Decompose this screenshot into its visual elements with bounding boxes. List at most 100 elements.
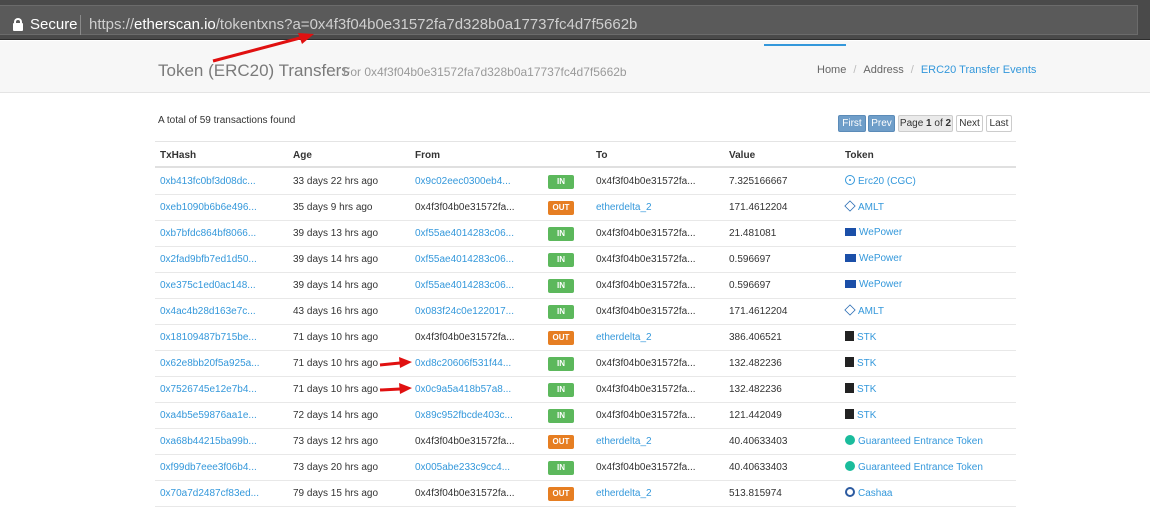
- token-link[interactable]: AMLT: [844, 304, 884, 319]
- url-scheme: https://: [89, 16, 135, 33]
- wpr-token-icon: [845, 254, 856, 262]
- tx-hash-link[interactable]: 0xf99db7eee3f06b4...: [160, 462, 257, 473]
- token-link[interactable]: Erc20 (CGC): [845, 175, 916, 189]
- token-link[interactable]: STK: [845, 357, 876, 371]
- token-link[interactable]: STK: [845, 409, 876, 423]
- token-link[interactable]: Guaranteed Entrance Token: [845, 435, 983, 449]
- to-address: 0x4f3f04b0e31572fa...: [596, 384, 696, 395]
- stk-token-icon: [845, 331, 854, 341]
- tx-hash-link[interactable]: 0x62e8bb20f5a925a...: [160, 358, 260, 369]
- get-token-icon: [845, 435, 855, 445]
- page-indicator: Page 1 of 2: [898, 115, 953, 132]
- direction-badge: IN: [548, 409, 574, 423]
- tx-age: 39 days 13 hrs ago: [293, 228, 379, 239]
- from-address[interactable]: 0x9c02eec0300eb4...: [415, 176, 511, 187]
- stk-token-icon: [845, 383, 854, 393]
- to-address[interactable]: etherdelta_2: [596, 488, 652, 499]
- tx-age: 73 days 20 hrs ago: [293, 462, 379, 473]
- tx-hash-link[interactable]: 0x7526745e12e7b4...: [160, 384, 257, 395]
- tx-age: 35 days 9 hrs ago: [293, 202, 373, 213]
- tx-hash-link[interactable]: 0xb413fc0bf3d08dc...: [160, 176, 256, 187]
- token-link[interactable]: STK: [845, 331, 876, 345]
- first-page-button[interactable]: First: [838, 115, 866, 132]
- direction-badge: IN: [548, 279, 574, 293]
- tx-hash-link[interactable]: 0xa68b44215ba99b...: [160, 436, 257, 447]
- address-separator: [80, 15, 81, 35]
- token-name: STK: [857, 384, 877, 395]
- page-total: 2: [945, 118, 952, 129]
- breadcrumb-home[interactable]: Home: [817, 64, 846, 76]
- tx-hash-link[interactable]: 0xa4b5e59876aa1e...: [160, 410, 257, 421]
- tx-age: 39 days 14 hrs ago: [293, 280, 379, 291]
- url-text[interactable]: https://etherscan.io/tokentxns?a=0x4f3f0…: [89, 16, 637, 33]
- browser-address-bar: Secure https://etherscan.io/tokentxns?a=…: [0, 0, 1150, 40]
- stk-token-icon: [845, 357, 854, 367]
- table-row: 0xb413fc0bf3d08dc... 33 days 22 hrs ago 0x…: [155, 169, 1016, 195]
- token-link[interactable]: WePower: [845, 279, 902, 293]
- from-address[interactable]: 0x005abe233c9cc4...: [415, 462, 510, 473]
- tx-age: 71 days 10 hrs ago: [293, 358, 379, 369]
- prev-page-button[interactable]: Prev: [868, 115, 895, 132]
- tx-hash-link[interactable]: 0x70a7d2487cf83ed...: [160, 488, 259, 499]
- tx-value: 513.815974: [729, 488, 782, 499]
- from-address: 0x4f3f04b0e31572fa...: [415, 436, 515, 447]
- tx-hash-link[interactable]: 0xeb1090b6b6e496...: [160, 202, 257, 213]
- direction-badge: OUT: [548, 331, 574, 345]
- from-address[interactable]: 0xf55ae4014283c06...: [415, 254, 514, 265]
- from-address[interactable]: 0xf55ae4014283c06...: [415, 228, 514, 239]
- token-name: WePower: [859, 253, 903, 264]
- tx-hash-link[interactable]: 0x2fad9bfb7ed1d50...: [160, 254, 257, 265]
- from-address[interactable]: 0x0c9a5a418b57a8...: [415, 384, 511, 395]
- url-field[interactable]: Secure https://etherscan.io/tokentxns?a=…: [0, 5, 1138, 35]
- tx-hash-link[interactable]: 0xb7bfdc864bf8066...: [160, 228, 256, 239]
- col-token: Token: [845, 150, 874, 161]
- from-address[interactable]: 0x89c952fbcde403c...: [415, 410, 513, 421]
- url-host: etherscan.io: [134, 16, 216, 33]
- token-name: Cashaa: [858, 488, 893, 499]
- direction-badge: IN: [548, 227, 574, 241]
- transaction-count: A total of 59 transactions found: [158, 115, 296, 126]
- tx-hash-link[interactable]: 0xe375c1ed0ac148...: [160, 280, 256, 291]
- table-row: 0xeb1090b6b6e496... 35 days 9 hrs ago 0x4f…: [155, 195, 1016, 221]
- token-link[interactable]: AMLT: [844, 200, 884, 215]
- url-path: /tokentxns?a=0x4f3f04b0e31572fa7d328b0a1…: [215, 16, 638, 33]
- to-address[interactable]: etherdelta_2: [596, 202, 652, 213]
- next-page-button[interactable]: Next: [956, 115, 983, 132]
- breadcrumb-address[interactable]: Address: [863, 64, 903, 76]
- direction-badge: IN: [548, 175, 574, 189]
- tx-age: 73 days 12 hrs ago: [293, 436, 379, 447]
- token-link[interactable]: Guaranteed Entrance Token: [845, 461, 983, 475]
- token-name: STK: [857, 332, 877, 343]
- from-address: 0x4f3f04b0e31572fa...: [415, 332, 515, 343]
- token-link[interactable]: STK: [845, 383, 876, 397]
- tx-value: 7.325166667: [729, 176, 788, 187]
- tx-age: 43 days 16 hrs ago: [293, 306, 379, 317]
- direction-badge: OUT: [548, 487, 574, 501]
- token-link[interactable]: WePower: [845, 253, 902, 267]
- to-address: 0x4f3f04b0e31572fa...: [596, 410, 696, 421]
- to-address[interactable]: etherdelta_2: [596, 332, 652, 343]
- stk-token-icon: [845, 409, 854, 419]
- wpr-token-icon: [845, 280, 856, 288]
- token-link[interactable]: Cashaa: [845, 487, 892, 501]
- to-address[interactable]: etherdelta_2: [596, 436, 652, 447]
- tx-hash-link[interactable]: 0x18109487b715be...: [160, 332, 257, 343]
- tx-value: 0.596697: [729, 254, 771, 265]
- page-prefix: Page: [899, 118, 924, 129]
- from-address[interactable]: 0x083f24c0e122017...: [415, 306, 514, 317]
- token-link[interactable]: WePower: [845, 227, 902, 241]
- last-page-button[interactable]: Last: [986, 115, 1012, 132]
- to-address: 0x4f3f04b0e31572fa...: [596, 228, 696, 239]
- breadcrumb-current[interactable]: ERC20 Transfer Events: [921, 64, 1037, 76]
- table-row: 0xb7bfdc864bf8066... 39 days 13 hrs ago 0x…: [155, 221, 1016, 247]
- page-header: Token (ERC20) Transfers :: For 0x4f3f04b…: [0, 41, 1150, 93]
- token-name: WePower: [859, 279, 903, 290]
- from-address[interactable]: 0xf55ae4014283c06...: [415, 280, 514, 291]
- from-address[interactable]: 0xd8c20606f531f44...: [415, 358, 511, 369]
- table-row: 0xe375c1ed0ac148... 39 days 14 hrs ago 0xf…: [155, 273, 1016, 299]
- col-value: Value: [729, 150, 756, 161]
- tx-hash-link[interactable]: 0x4ac4b28d163e7c...: [160, 306, 256, 317]
- page-subtitle: :: For 0x4f3f04b0e31572fa7d328b0a17737fc…: [333, 65, 627, 79]
- from-address: 0x4f3f04b0e31572fa...: [415, 202, 515, 213]
- tx-value: 132.482236: [729, 384, 782, 395]
